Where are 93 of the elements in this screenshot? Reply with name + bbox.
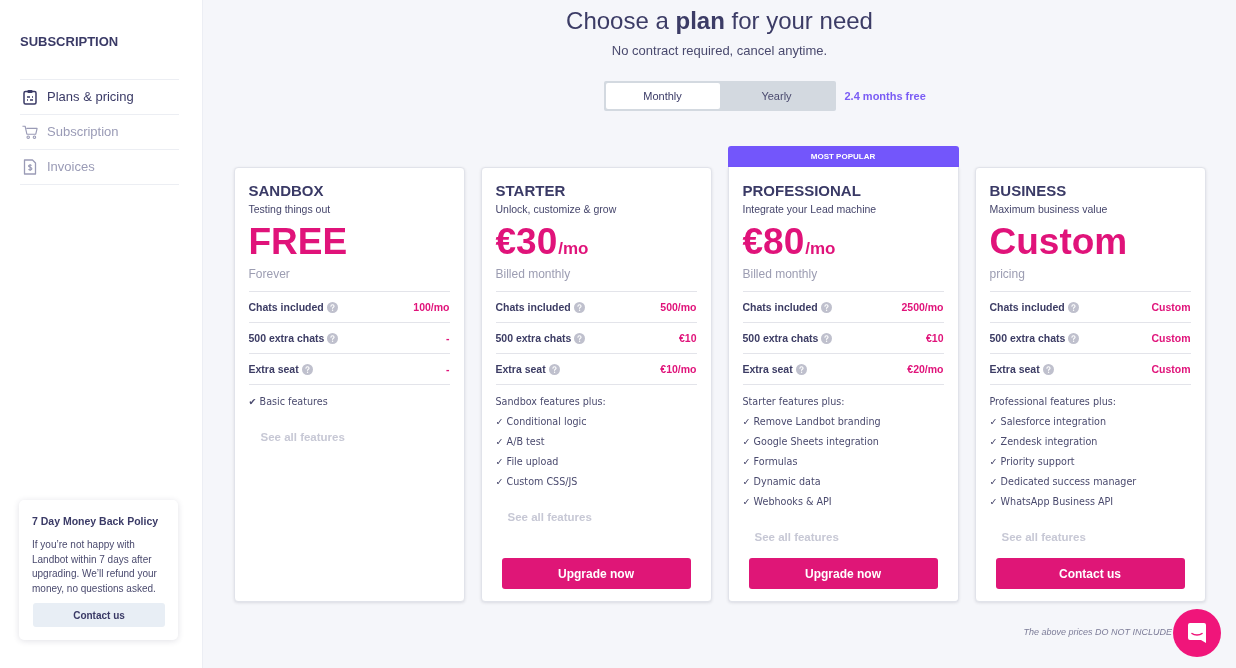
limit-value: - [446, 363, 450, 375]
help-icon [795, 363, 807, 375]
limit-label: 500 extra chats [742, 332, 819, 344]
sidebar-title: SUBSCRIPTION [20, 34, 119, 50]
limit-label: 500 extra chats [989, 332, 1066, 344]
feature-item: ✓ Dynamic data [742, 475, 821, 489]
limit-label: Chats included [248, 301, 324, 313]
plan-price: FREE [248, 222, 348, 262]
help-icon [326, 301, 338, 313]
help-icon [301, 363, 313, 375]
page-subtitle: No contract required, cancel anytime. [611, 42, 828, 60]
plan-price: €30 [495, 222, 558, 262]
limit-value: 500/mo [660, 301, 697, 313]
features-intro: Starter features plus: [742, 395, 845, 409]
billing-period: Billed monthly [742, 266, 818, 282]
help-icon [548, 363, 560, 375]
feature-item: ✔ Basic features [248, 395, 328, 409]
plan-price: €80 [742, 222, 805, 262]
limit-label: Chats included [742, 301, 818, 313]
feature-item: ✓ Google Sheets integration [742, 435, 879, 449]
limit-value: €20/mo [907, 363, 944, 375]
feature-item: ✓ Webhooks & API [742, 495, 832, 509]
help-icon [1068, 332, 1080, 344]
billing-tab[interactable]: Monthly [605, 83, 720, 109]
feature-item: ✓ File upload [495, 455, 559, 469]
plan-tagline: Maximum business value [989, 202, 1108, 216]
limit-label: 500 extra chats [248, 332, 325, 344]
feature-item: ✓ Dedicated success manager [989, 475, 1137, 489]
plan-tagline: Testing things out [248, 202, 331, 216]
clipboard-icon [22, 89, 38, 105]
limit-value: €10 [925, 332, 944, 344]
limit-value: 100/mo [413, 301, 450, 313]
page-title: Choose a plan for your need [566, 6, 873, 36]
limit-value: €10 [678, 332, 697, 344]
price-disclaimer: The above prices DO NOT INCLUDE [1023, 626, 1172, 638]
plan-name: BUSINESS [989, 182, 1067, 200]
help-icon [573, 301, 585, 313]
dollar-document-icon [22, 159, 38, 175]
plan-tagline: Integrate your Lead machine [742, 202, 877, 216]
feature-item: ✓ A/B test [495, 435, 545, 449]
plan-tagline: Unlock, customize & grow [495, 202, 617, 216]
help-icon [574, 332, 586, 344]
billing-period: Billed monthly [495, 266, 571, 282]
limit-label: Extra seat [989, 363, 1040, 375]
plan-action-button[interactable]: Upgrade now [501, 558, 691, 589]
limit-value: - [446, 332, 450, 344]
plan-price: Custom [989, 222, 1128, 262]
sidebar-item[interactable]: Plans & pricing [20, 79, 179, 114]
limit-value: Custom [1151, 301, 1191, 313]
help-icon [1067, 301, 1079, 313]
features-intro: Professional features plus: [989, 395, 1116, 409]
feature-item: ✓ Conditional logic [495, 415, 587, 429]
plan-action-button[interactable]: Upgrade now [748, 558, 938, 589]
plan-name: STARTER [495, 182, 566, 200]
price-unit: /mo [805, 239, 836, 259]
limit-value: €10/mo [660, 363, 697, 375]
popular-badge: MOST POPULAR [727, 146, 959, 167]
limit-value: Custom [1151, 363, 1191, 375]
cart-icon [22, 124, 38, 140]
feature-item: ✓ WhatsApp Business API [989, 495, 1114, 509]
feature-item: ✓ Priority support [989, 455, 1075, 469]
limit-value: 2500/mo [901, 301, 944, 313]
plan-name: PROFESSIONAL [742, 182, 861, 200]
plan-name: SANDBOX [248, 182, 324, 200]
limit-label: Chats included [495, 301, 571, 313]
limit-label: Extra seat [495, 363, 546, 375]
limit-label: 500 extra chats [495, 332, 572, 344]
help-icon [327, 332, 339, 344]
limit-label: Extra seat [248, 363, 299, 375]
billing-tab[interactable]: Yearly [719, 83, 834, 109]
billing-period: Forever [248, 266, 290, 282]
feature-item: ✓ Formulas [742, 455, 798, 469]
help-icon [1042, 363, 1054, 375]
features-intro: Sandbox features plus: [495, 395, 606, 409]
feature-item: ✓ Custom CSS/JS [495, 475, 578, 489]
sidebar-item[interactable]: Subscription [20, 114, 179, 149]
policy-title: 7 Day Money Back Policy [32, 514, 159, 528]
billing-period: pricing [989, 266, 1025, 282]
help-icon [821, 332, 833, 344]
feature-item: ✓ Remove Landbot branding [742, 415, 881, 429]
limit-label: Chats included [989, 301, 1065, 313]
plan-action-button[interactable]: Contact us [995, 558, 1185, 589]
chat-bubble-icon [1186, 622, 1208, 644]
policy-text: If you’re not happy with Landbot within 7 days after upgrading. We’ll refund your money, no questions asked. [32, 538, 158, 596]
feature-item: ✓ Zendesk integration [989, 435, 1098, 449]
price-unit: /mo [558, 239, 589, 259]
feature-item: ✓ Salesforce integration [989, 415, 1107, 429]
help-icon [820, 301, 832, 313]
contact-button[interactable]: Contact us [33, 603, 165, 627]
sidebar-item[interactable]: Invoices [20, 149, 179, 184]
discount-note: 2.4 months free [844, 90, 926, 102]
limit-label: Extra seat [742, 363, 793, 375]
limit-value: Custom [1151, 332, 1191, 344]
